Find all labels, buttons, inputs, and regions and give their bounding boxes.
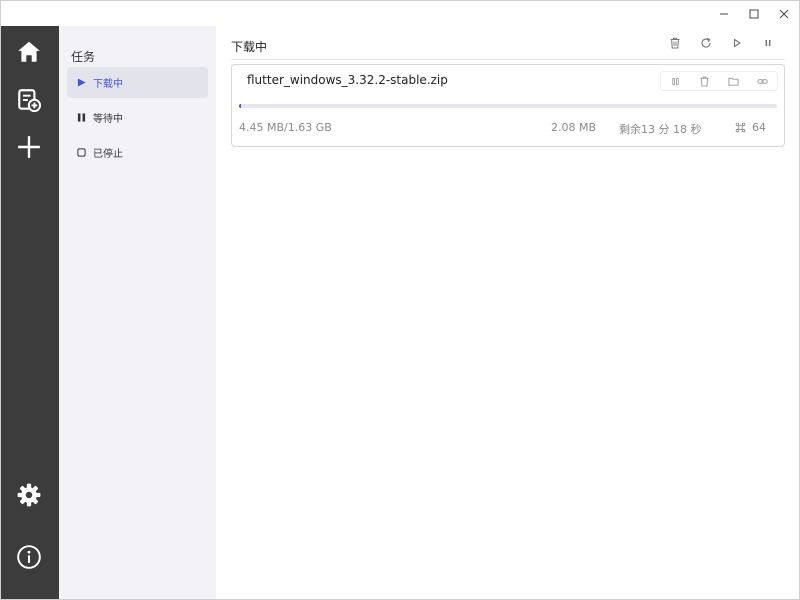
task-item-label: 下载中 (93, 79, 123, 90)
info-button[interactable] (14, 542, 44, 572)
progress-bar (239, 104, 777, 108)
delete-all-button[interactable] (659, 33, 690, 53)
home-icon (18, 41, 40, 62)
task-item-waiting[interactable]: 等待中 (67, 102, 208, 133)
close-button[interactable] (769, 1, 799, 27)
pause-task-button[interactable] (665, 72, 687, 90)
pause-all-button[interactable] (752, 33, 783, 53)
info-icon (17, 545, 41, 569)
settings-button[interactable] (14, 480, 44, 510)
download-size: 4.45 MB/1.63 GB (239, 121, 332, 134)
connection-count-value: 64 (752, 121, 766, 134)
trash-icon (670, 37, 679, 49)
add-icon (18, 136, 40, 158)
card-actions (660, 71, 778, 91)
task-item-label: 已停止 (93, 149, 123, 160)
play-icon (77, 78, 91, 87)
task-sidebar-title: 任务 (71, 50, 96, 64)
task-item-stopped[interactable]: 已停止 (67, 137, 208, 168)
play-icon (733, 38, 741, 48)
new-task-icon (18, 89, 42, 113)
download-speed: 2.08 MB (551, 121, 597, 134)
open-folder-button[interactable] (723, 72, 745, 90)
command-icon (735, 122, 746, 133)
minimize-button[interactable] (709, 1, 739, 27)
copy-link-button[interactable] (752, 72, 774, 90)
window-controls (709, 1, 799, 27)
header-divider (231, 59, 785, 60)
folder-icon (728, 77, 739, 86)
page-title: 下载中 (231, 40, 268, 54)
progress-fill (239, 104, 242, 108)
add-button[interactable] (14, 132, 44, 162)
new-task-button[interactable] (14, 85, 44, 115)
maximize-button[interactable] (739, 1, 769, 27)
link-icon (757, 78, 768, 84)
time-remaining: 剩余13 分 18 秒 (619, 123, 702, 136)
home-button[interactable] (14, 37, 44, 67)
minimize-icon (720, 13, 728, 15)
file-name: flutter_windows_3.32.2-stable.zip (247, 73, 448, 87)
refresh-button[interactable] (690, 33, 721, 53)
pause-icon (765, 40, 770, 46)
task-item-label: 等待中 (93, 114, 123, 125)
start-all-button[interactable] (721, 33, 752, 53)
nav-rail (1, 26, 59, 599)
delete-task-button[interactable] (694, 72, 716, 90)
refresh-icon (700, 37, 711, 48)
pause-icon (77, 113, 91, 122)
task-sidebar: 任务 下载中 等待中 已停止 (59, 26, 216, 599)
task-item-downloading[interactable]: 下载中 (67, 67, 208, 98)
stop-icon (77, 148, 91, 157)
app-window: 任务 下载中 等待中 已停止 下载中 flutter_windows_3.32.… (0, 0, 800, 600)
trash-icon (700, 76, 709, 87)
toolbar (659, 33, 783, 53)
maximize-icon (749, 9, 759, 19)
close-icon (779, 9, 789, 19)
download-card[interactable]: flutter_windows_3.32.2-stable.zip 4.45 M… (231, 64, 785, 147)
pause-icon (672, 77, 679, 85)
connection-count: 64 (735, 121, 766, 134)
settings-icon (17, 483, 41, 507)
